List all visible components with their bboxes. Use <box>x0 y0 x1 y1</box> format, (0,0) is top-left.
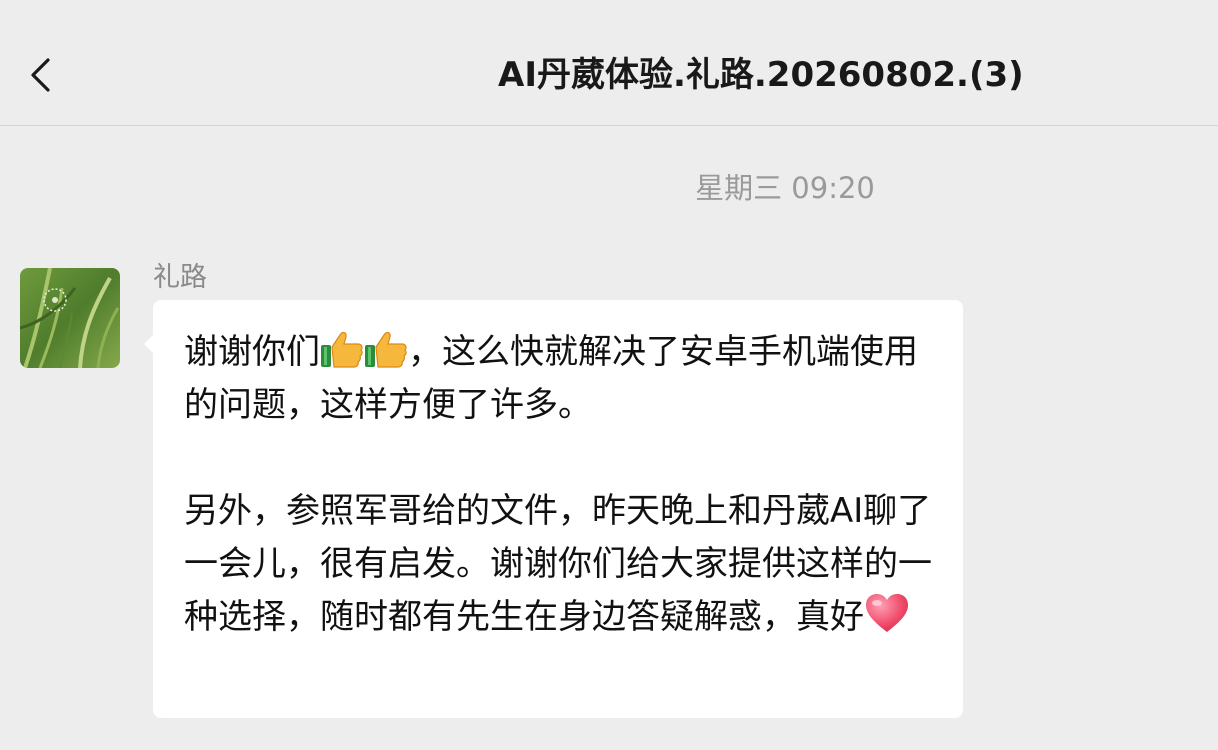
chat-header: AI丹葳体验.礼路.20260802.(3) <box>0 0 1218 126</box>
red-heart-icon <box>864 592 910 634</box>
avatar[interactable] <box>20 268 120 368</box>
message-timestamp: 星期三 09:20 <box>695 171 875 205</box>
sender-name: 礼路 <box>153 262 207 293</box>
message-paragraph-2: 另外，参照军哥给的文件，昨天晚上和丹葳AI聊了一会儿，很有启发。谢谢你们给大家提… <box>184 485 933 644</box>
message-paragraph-1: 谢谢你们 ，这么快就解决了安卓手机端使用的问题，这样方便了许多。 <box>184 326 933 432</box>
thumbs-up-icon <box>364 329 408 369</box>
message-text-start: 谢谢你们 <box>184 332 320 372</box>
thumbs-up-icon <box>320 329 364 369</box>
message-bubble[interactable]: 谢谢你们 ，这么快就解决了安卓手机端使用的问题，这样方便了许多。 另外，参照军哥给… <box>144 300 963 718</box>
back-button[interactable] <box>22 52 62 98</box>
chat-screen: AI丹葳体验.礼路.20260802.(3) 星期三 09:20 礼路 谢谢你们… <box>0 0 1218 750</box>
chat-title: AI丹葳体验.礼路.20260802.(3) <box>498 55 1024 95</box>
chevron-left-icon <box>22 52 62 98</box>
message-text-second: 另外，参照军哥给的文件，昨天晚上和丹葳AI聊了一会儿，很有启发。谢谢你们给大家提… <box>184 491 932 637</box>
bubble-tail <box>144 334 154 354</box>
